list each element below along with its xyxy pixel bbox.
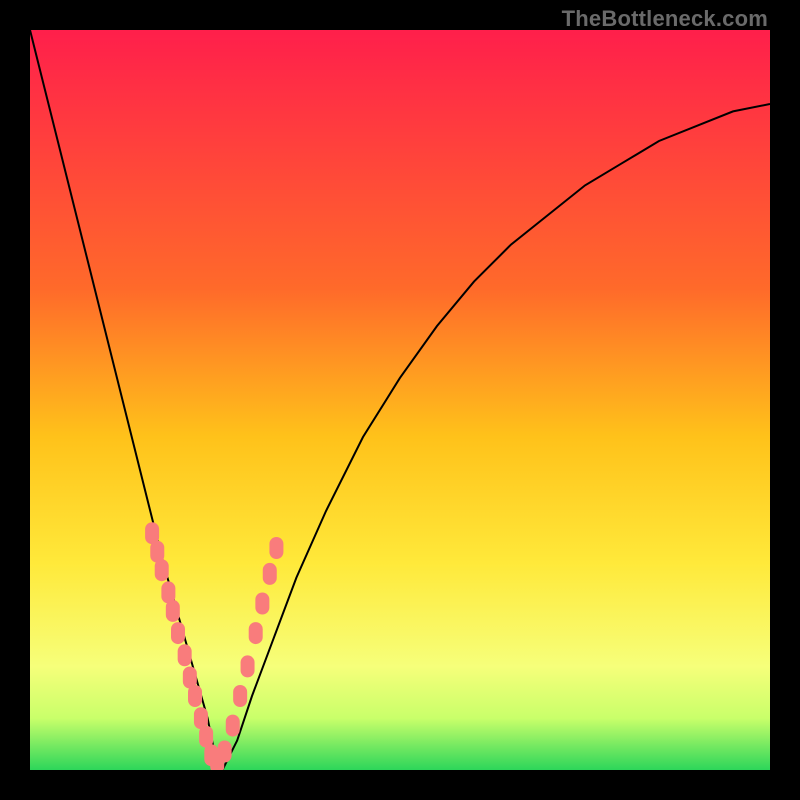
sample-point	[241, 655, 255, 677]
watermark-text: TheBottleneck.com	[562, 6, 768, 32]
sample-point	[233, 685, 247, 707]
sample-point	[178, 644, 192, 666]
sample-point	[255, 593, 269, 615]
bottleneck-chart	[30, 30, 770, 770]
sample-point	[188, 685, 202, 707]
sample-point	[171, 622, 185, 644]
sample-point	[155, 559, 169, 581]
chart-frame	[30, 30, 770, 770]
sample-point	[226, 715, 240, 737]
sample-point	[166, 600, 180, 622]
sample-point	[269, 537, 283, 559]
sample-point	[263, 563, 277, 585]
sample-point	[249, 622, 263, 644]
sample-point	[218, 741, 232, 763]
